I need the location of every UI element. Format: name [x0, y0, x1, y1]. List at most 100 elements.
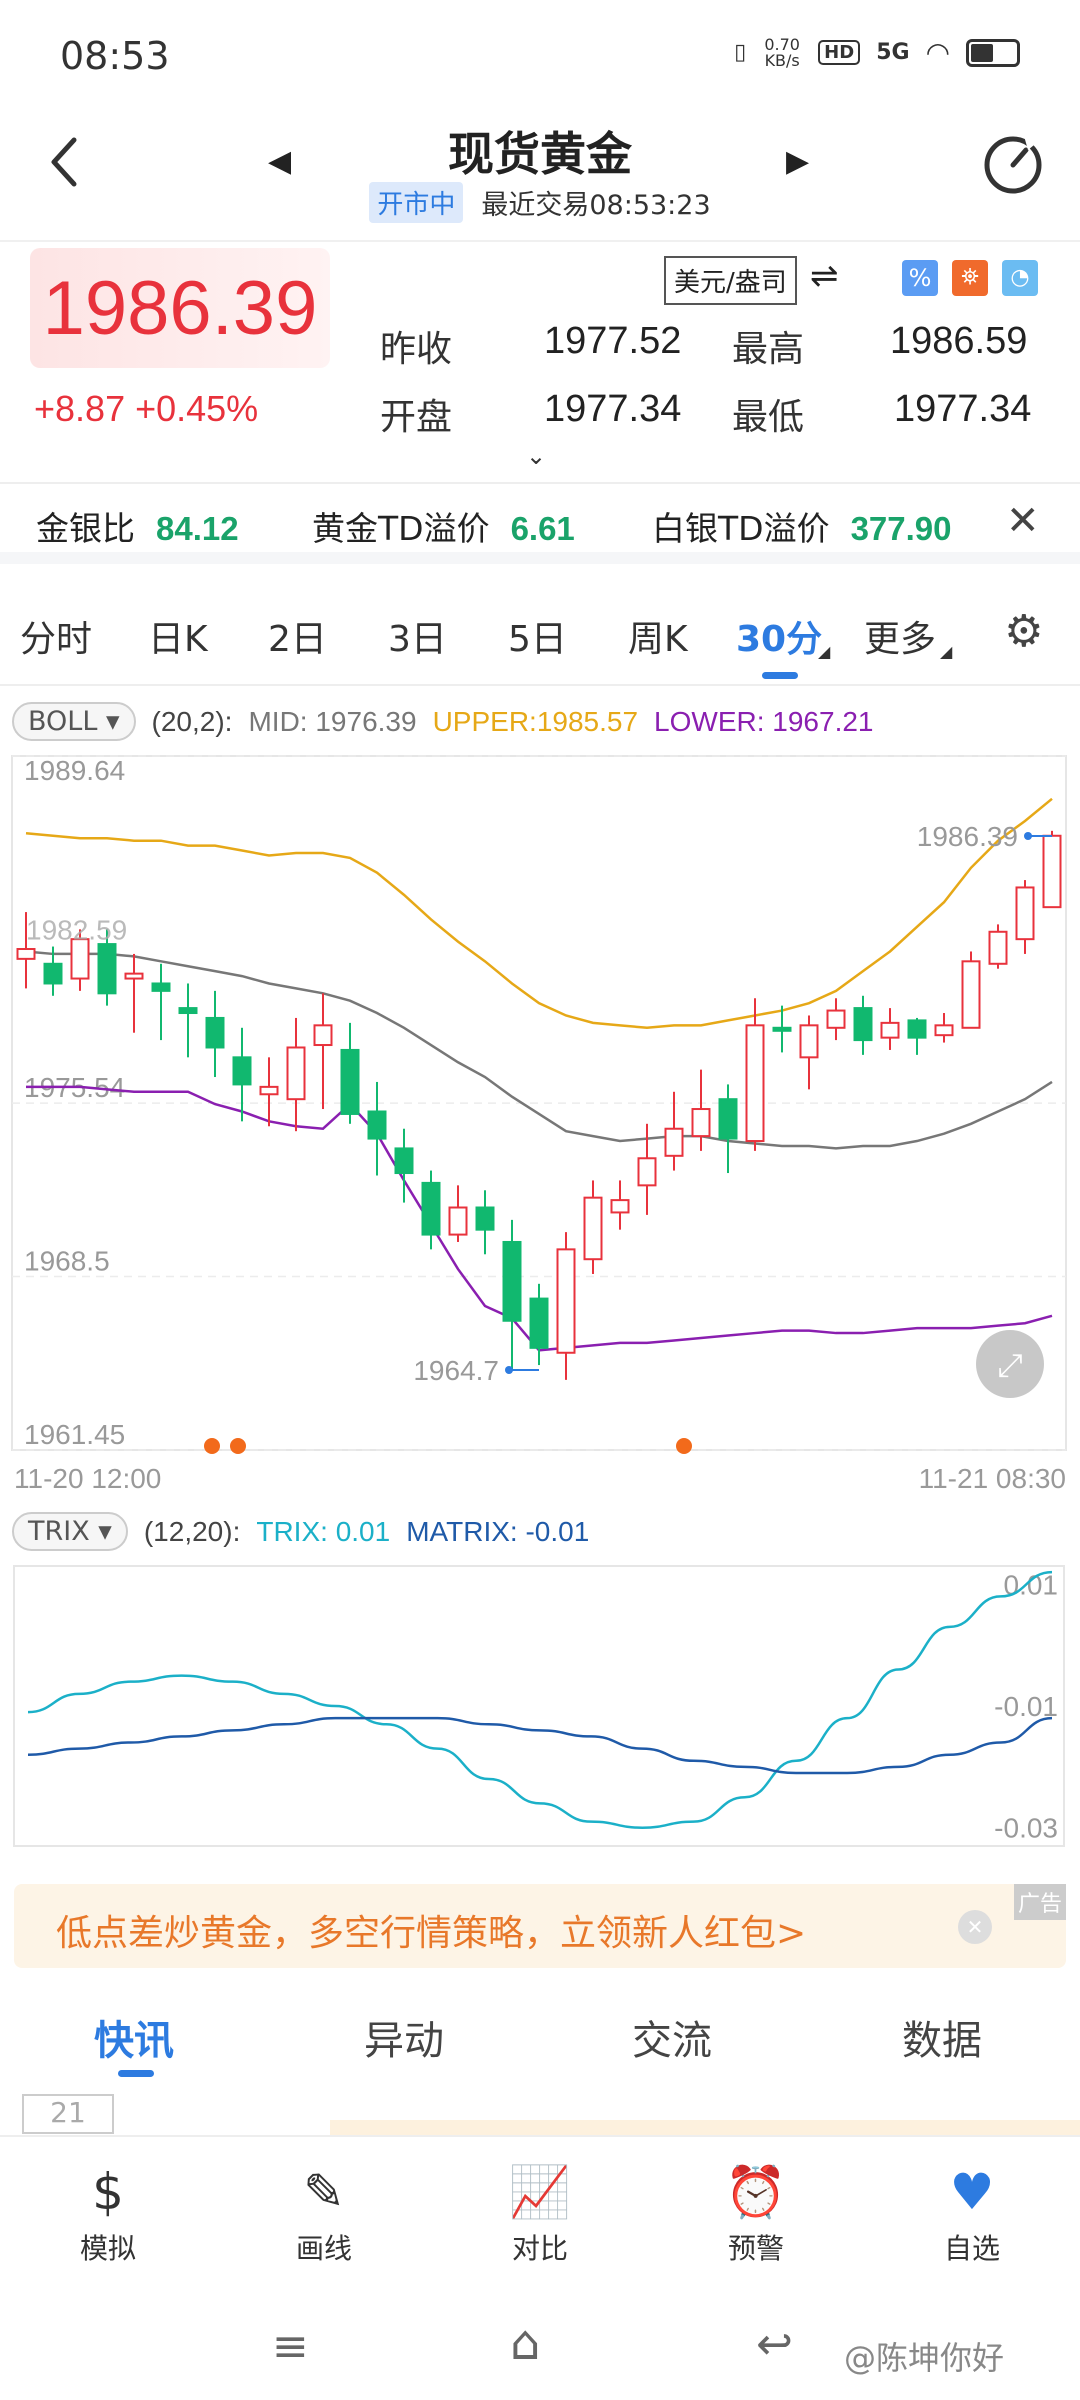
candle: [367, 1081, 387, 1176]
candle-body: [583, 1196, 603, 1261]
status-icons: ▯ 0.70 KB/s HD 5G ◠: [734, 36, 1020, 69]
tab-news[interactable]: 快讯: [94, 2008, 174, 2066]
draw-line-icon: ✎: [303, 2163, 345, 2221]
watermark: @陈坤你好: [844, 2339, 1005, 2377]
trix-indicator-select[interactable]: TRIX ▾: [12, 1512, 128, 1551]
candle-body: [556, 1248, 576, 1354]
candle-body: [691, 1108, 711, 1138]
candle: [691, 1069, 711, 1151]
event-dot: [676, 1438, 692, 1454]
ad-label: 广告: [1014, 1884, 1066, 1920]
candle-body: [880, 1021, 900, 1039]
candle-body: [853, 1007, 873, 1042]
candle: [961, 951, 981, 1029]
nav-label: 预警: [727, 2232, 784, 2265]
ratio-gold-td[interactable]: 黄金TD溢价 6.61: [312, 502, 575, 550]
quote-panel: 1986.39 +8.87 +0.45% 美元/盎司 ⇌ % ⛯ ◔ 昨收 19…: [0, 240, 1080, 480]
candle-body: [502, 1240, 522, 1322]
tab-data[interactable]: 数据: [902, 2008, 982, 2066]
candle-body: [448, 1206, 468, 1236]
candle: [907, 1017, 927, 1055]
dropdown-corner-icon: ◢: [818, 642, 831, 661]
settings-gear-icon[interactable]: ⚙: [1004, 606, 1043, 657]
tab-movement[interactable]: 异动: [364, 2008, 444, 2066]
promo-banner[interactable]: 低点差炒黄金，多空行情策略，立领新人红包> ✕ 广告: [14, 1884, 1066, 1968]
status-bar: 08:53 ▯ 0.70 KB/s HD 5G ◠: [0, 0, 1080, 110]
series-line-matrix: [27, 1716, 1053, 1775]
boll-indicator-select[interactable]: BOLL ▾: [12, 702, 136, 741]
boll-mid: MID: 1976.39: [248, 705, 417, 737]
feed-tabs: 快讯 异动 交流 数据: [0, 1960, 1080, 2080]
lighthouse-icon[interactable]: ⛯: [952, 260, 988, 296]
candle-body: [97, 943, 117, 995]
status-time: 08:53: [60, 34, 170, 78]
low-label: 最低: [732, 397, 805, 438]
candle-body: [664, 1127, 684, 1157]
candlestick-chart[interactable]: 1989.641975.541968.51961.451986.391964.7…: [0, 750, 1080, 1510]
swap-icon[interactable]: ⇌: [810, 256, 839, 296]
next-instrument-icon[interactable]: ▶: [786, 144, 809, 179]
candle-body: [232, 1056, 252, 1086]
y-tick-label: 1989.64: [24, 755, 125, 786]
candle: [124, 953, 144, 1033]
promo-close-icon[interactable]: ✕: [958, 1910, 992, 1944]
candle-body: [826, 1009, 846, 1029]
candle: [178, 983, 198, 1058]
feed-date-box: 21: [22, 2094, 114, 2134]
tab-more[interactable]: 更多: [864, 610, 936, 662]
market-status-row: 开市中 最近交易08:53:23: [0, 182, 1080, 223]
candle-body: [421, 1181, 441, 1236]
ratio-silver-td[interactable]: 白银TD溢价 377.90: [652, 502, 952, 550]
close-icon[interactable]: ✕: [1006, 498, 1040, 544]
candle: [502, 1219, 522, 1370]
percent-tool-icon[interactable]: %: [902, 260, 938, 296]
tab-3day[interactable]: 3日: [388, 610, 447, 662]
tab-2day[interactable]: 2日: [268, 610, 327, 662]
tab-fenshi[interactable]: 分时: [20, 610, 92, 662]
refresh-icon[interactable]: [980, 132, 1046, 198]
tab-30min[interactable]: 30分: [736, 610, 822, 662]
nav-draw-line[interactable]: ✎ 画线: [254, 2157, 394, 2267]
battery-icon: [966, 38, 1020, 67]
favorite-heart-icon: ♥: [949, 2163, 995, 2221]
expand-icon-glyph: ⤢: [997, 1346, 1023, 1384]
ratio-label: 白银TD溢价: [652, 509, 830, 548]
min-label: 1964.7: [413, 1355, 499, 1386]
unit-button[interactable]: 美元/盎司: [664, 256, 797, 305]
tab-discussion[interactable]: 交流: [632, 2008, 712, 2066]
promo-text: 低点差炒黄金，多空行情策略，立领新人红包>: [56, 1913, 807, 1954]
tab-5day[interactable]: 5日: [508, 610, 567, 662]
nav-simulate[interactable]: $ 模拟: [38, 2157, 178, 2267]
nav-compare[interactable]: 📈 对比: [470, 2157, 610, 2267]
low-value: 1977.34: [894, 388, 1032, 430]
home-icon[interactable]: ⌂: [510, 2315, 540, 2371]
pie-chart-icon[interactable]: ◔: [1002, 260, 1038, 296]
back-nav-icon[interactable]: ↩: [756, 2319, 793, 2370]
expand-chevron-icon[interactable]: ⌄: [526, 442, 546, 470]
menu-icon[interactable]: ≡: [272, 2321, 309, 2372]
ratio-label: 金银比: [36, 509, 135, 548]
tab-week-k[interactable]: 周K: [628, 610, 688, 662]
candle: [151, 963, 171, 1041]
candle-body: [178, 1007, 198, 1015]
nav-alert[interactable]: ⏰ 预警: [686, 2157, 826, 2267]
trix-chart[interactable]: 0.01-0.01-0.03: [0, 1562, 1080, 1852]
tab-day-k[interactable]: 日K: [148, 610, 208, 662]
nav-favorite[interactable]: ♥ 自选: [902, 2157, 1042, 2267]
candle-body: [394, 1147, 414, 1175]
trix-indicator-header: TRIX ▾ (12,20): TRIX: 0.01 MATRIX: -0.01: [12, 1512, 589, 1551]
series-line-trix: [27, 1570, 1053, 1829]
page-title: 现货黄金: [448, 127, 632, 181]
candle: [799, 1015, 819, 1090]
ratio-label: 黄金TD溢价: [312, 509, 490, 548]
ratio-value: 84.12: [155, 510, 239, 547]
boll-indicator-header: BOLL ▾ (20,2): MID: 1976.39 UPPER:1985.5…: [12, 702, 874, 741]
simulate-icon: $: [92, 2163, 124, 2221]
candle: [232, 1027, 252, 1122]
candle-body: [961, 960, 981, 1029]
candle: [610, 1180, 630, 1230]
ratio-gold-silver[interactable]: 金银比 84.12: [36, 502, 239, 550]
candle: [556, 1232, 576, 1380]
candle-body: [1015, 886, 1035, 941]
candle: [664, 1091, 684, 1171]
